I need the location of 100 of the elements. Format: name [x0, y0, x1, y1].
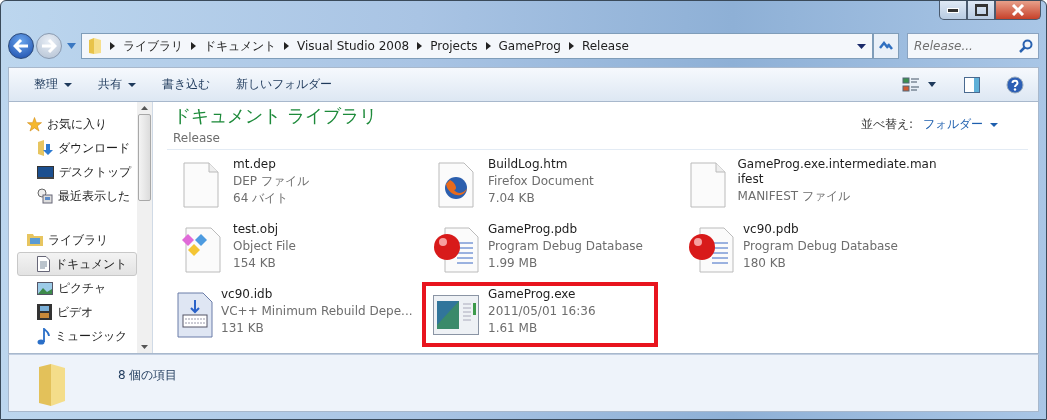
library-title: ドキュメント ライブラリ	[173, 104, 377, 128]
caret-icon[interactable]	[857, 43, 866, 49]
file-size: 7.04 KB	[488, 191, 536, 206]
star-icon	[27, 116, 42, 132]
sidebar-item[interactable]: ライブラリ	[9, 228, 137, 252]
toolbar-button[interactable]: 整理	[25, 72, 81, 97]
sidebar-item[interactable]: ミュージック	[9, 324, 137, 348]
file-name: test.obj	[233, 222, 280, 237]
toolbar-button[interactable]: 書き込む	[153, 72, 219, 97]
file-tile[interactable]: test.obj Object File 154 KB	[167, 217, 403, 282]
chevron-icon[interactable]	[417, 42, 423, 50]
sidebar-item[interactable]: ダウンロード	[9, 136, 137, 160]
file-type: Object File	[233, 239, 296, 254]
minimize-button[interactable]	[939, 1, 967, 20]
search-field[interactable]: Release...	[907, 33, 1039, 59]
maximize-button[interactable]	[967, 1, 995, 20]
chevron-icon[interactable]	[284, 42, 289, 50]
file-type: DEP ファイル	[233, 174, 309, 189]
item-count: 8 個の項目	[118, 367, 178, 384]
sidebar-item[interactable]: お気に入り	[9, 112, 137, 136]
caret-icon	[64, 82, 72, 87]
debug-file-icon	[433, 226, 479, 273]
debug-file-icon	[688, 226, 734, 273]
breadcrumb[interactable]: Projects	[430, 39, 478, 53]
file-tile[interactable]: vc90.idb VC++ Minimum Rebuild Depe... 131 KB	[167, 282, 417, 347]
breadcrumb[interactable]: ドキュメント	[204, 37, 276, 55]
film-icon	[37, 304, 52, 320]
file-name: vc90.pdb	[743, 222, 800, 237]
application-window-icon	[433, 294, 479, 335]
folder-icon	[88, 37, 102, 55]
toolbar-button[interactable]: 共有	[89, 72, 145, 97]
arrow-icon	[41, 39, 57, 53]
library-icon	[27, 233, 43, 247]
file-tile[interactable]: BuildLog.htm Firefox Document 7.04 KB	[422, 152, 658, 217]
chevron-icon[interactable]	[110, 42, 115, 50]
file-size: 180 KB	[743, 256, 787, 271]
back-button[interactable]	[8, 33, 34, 59]
file-size: 131 KB	[221, 321, 265, 336]
file-type: VC++ Minimum Rebuild Depe...	[221, 304, 413, 319]
chevron-icon[interactable]	[191, 42, 196, 50]
scrollbar[interactable]	[137, 102, 152, 353]
close-icon	[1011, 4, 1025, 16]
recent-places-icon	[37, 188, 53, 204]
address-bar[interactable]: ライブラリ ドキュメント Visual Studio 2008 Projects GameProg Release	[81, 33, 873, 59]
file-tile[interactable]: vc90.pdb Program Debug Database 180 KB	[677, 217, 913, 282]
sidebar-item[interactable]: 最近表示した	[9, 184, 137, 208]
desktop-icon	[37, 165, 54, 179]
file-type: Program Debug Database	[488, 239, 643, 254]
object-file-icon	[181, 226, 221, 273]
file-name: GameProg.pdb	[488, 222, 579, 237]
close-button[interactable]	[995, 1, 1041, 20]
sidebar-item[interactable]: ピクチャ	[9, 276, 137, 300]
file-type: Program Debug Database	[743, 239, 898, 254]
music-note-icon	[37, 327, 50, 345]
breadcrumb[interactable]: Release	[581, 39, 629, 53]
folder-name: Release	[173, 131, 221, 145]
breadcrumb[interactable]: ライブラリ	[123, 37, 183, 55]
file-type: 2011/05/01 16:36	[488, 304, 596, 319]
toolbar-button[interactable]: 新しいフォルダー	[227, 72, 341, 97]
file-tile[interactable]: GameProg.pdb Program Debug Database 1.99 MB	[422, 217, 658, 282]
arrow-icon	[13, 39, 29, 53]
scroll-down-icon[interactable]	[141, 345, 148, 349]
chevron-icon[interactable]	[485, 42, 491, 50]
sidebar-item[interactable]: ビデオ	[9, 300, 137, 324]
refresh-button[interactable]	[873, 33, 899, 59]
file-size: 1.99 MB	[488, 256, 539, 271]
sidebar-item[interactable]: デスクトップ	[9, 160, 137, 184]
document-icon	[37, 256, 50, 272]
file-tile[interactable]: GameProg.exe 2011/05/01 16:36 1.61 MB	[422, 282, 658, 347]
caret-icon	[128, 82, 136, 87]
download-folder-icon	[37, 140, 53, 156]
scroll-up-icon[interactable]	[141, 106, 148, 110]
picture-icon	[37, 281, 53, 295]
file-tile[interactable]: mt.dep DEP ファイル 64 バイト	[167, 152, 403, 217]
sidebar-item[interactable]: ドキュメント	[17, 252, 137, 276]
help-icon[interactable]	[1006, 75, 1024, 94]
preview-pane-icon[interactable]	[964, 76, 980, 93]
caret-icon[interactable]	[928, 82, 936, 87]
caret-icon	[990, 122, 998, 127]
search-icon	[1019, 39, 1033, 53]
file-name: BuildLog.htm	[488, 157, 569, 172]
file-type: Firefox Document	[488, 174, 594, 189]
blank-file-icon	[183, 161, 219, 208]
file-name: GameProg.exe	[488, 287, 577, 302]
file-name: mt.dep	[233, 157, 277, 172]
blank-file-icon	[690, 161, 727, 208]
breadcrumb[interactable]: GameProg	[498, 39, 561, 53]
file-tile[interactable]: GameProg.exe.intermediate.manifest MANIFEST ファイル	[677, 152, 947, 217]
file-size: 1.61 MB	[488, 321, 539, 336]
sort-label: 並べ替え:	[860, 116, 913, 133]
file-size: 64 バイト	[233, 191, 290, 206]
sort-dropdown[interactable]: フォルダー	[923, 116, 998, 133]
breadcrumb[interactable]: Visual Studio 2008	[297, 39, 410, 53]
chevron-icon[interactable]	[568, 42, 574, 50]
file-name: GameProg.exe.intermediate.manifest	[737, 157, 937, 187]
view-icon[interactable]	[902, 75, 920, 94]
file-name: vc90.idb	[221, 287, 274, 302]
firefox-file-icon	[438, 161, 474, 208]
keyboard-file-icon	[177, 291, 213, 338]
file-size: 154 KB	[233, 256, 277, 271]
